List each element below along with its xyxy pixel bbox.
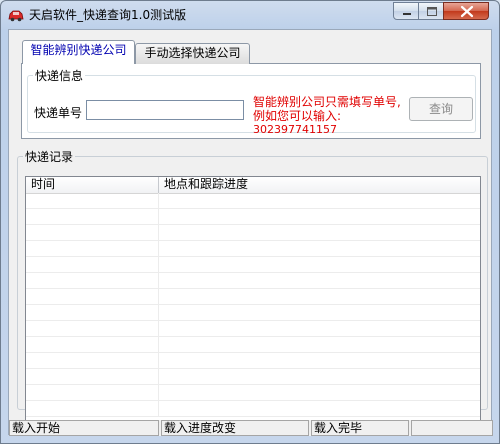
table-row[interactable] xyxy=(26,337,480,353)
table-cell xyxy=(26,321,159,336)
minimize-button[interactable] xyxy=(393,2,419,20)
client-area: 智能辨别快递公司 手动选择快递公司 快递信息 快递单号 智能辨别公司只需填写单号… xyxy=(8,29,493,436)
table-row[interactable] xyxy=(26,385,480,401)
table-cell xyxy=(26,241,159,256)
query-button[interactable]: 查询 xyxy=(409,97,473,121)
table-row[interactable] xyxy=(26,273,480,289)
table-cell xyxy=(26,353,159,368)
table-cell xyxy=(26,257,159,272)
maximize-icon xyxy=(427,7,437,16)
table-cell xyxy=(26,305,159,320)
table-row[interactable] xyxy=(26,321,480,337)
maximize-button[interactable] xyxy=(418,2,444,20)
minimize-icon xyxy=(403,13,411,15)
status-load-complete: 载入完毕 xyxy=(311,420,409,436)
hint-line-2: 例如您可以输入: xyxy=(253,109,342,123)
table-row[interactable] xyxy=(26,401,480,417)
hint-example-number: 302397741157 xyxy=(253,123,337,136)
table-body xyxy=(26,193,480,417)
table-row[interactable] xyxy=(26,353,480,369)
table-row[interactable] xyxy=(26,225,480,241)
table-row[interactable] xyxy=(26,241,480,257)
table-row[interactable] xyxy=(26,305,480,321)
status-empty-panel xyxy=(411,420,493,436)
table-row[interactable] xyxy=(26,289,480,305)
tab-smart-detect[interactable]: 智能辨别快递公司 xyxy=(22,40,135,64)
express-info-legend: 快递信息 xyxy=(35,69,84,83)
table-row[interactable] xyxy=(26,369,480,385)
table-row[interactable] xyxy=(26,193,480,209)
table-cell xyxy=(26,193,159,208)
table-cell xyxy=(26,225,159,240)
table-cell xyxy=(26,337,159,352)
close-button[interactable] xyxy=(443,2,489,20)
status-bar: 载入开始 载入进度改变 载入完毕 xyxy=(9,420,493,436)
table-cell xyxy=(26,369,159,384)
table-row[interactable] xyxy=(26,209,480,225)
window-title: 天启软件_快递查询1.0测试版 xyxy=(29,8,187,22)
column-header-time[interactable]: 时间 xyxy=(26,177,159,193)
express-records-group: 快递记录 时间 地点和跟踪进度 xyxy=(17,148,488,422)
tracking-number-input[interactable] xyxy=(86,100,244,120)
table-cell xyxy=(26,289,159,304)
red-car-app-icon xyxy=(8,10,24,22)
table-cell xyxy=(26,209,159,224)
title-bar[interactable]: 天启软件_快递查询1.0测试版 xyxy=(1,1,499,29)
table-cell xyxy=(26,401,159,416)
express-info-group: 快递信息 快递单号 智能辨别公司只需填写单号, 例如您可以输入: 3023977… xyxy=(27,67,476,136)
table-header: 时间 地点和跟踪进度 xyxy=(26,177,480,194)
table-row[interactable] xyxy=(26,257,480,273)
hint-line-1: 智能辨别公司只需填写单号, xyxy=(253,95,401,109)
status-load-progress: 载入进度改变 xyxy=(161,420,309,436)
tab-panel: 快递信息 快递单号 智能辨别公司只需填写单号, 例如您可以输入: 3023977… xyxy=(21,63,481,139)
table-cell xyxy=(26,273,159,288)
status-load-start: 载入开始 xyxy=(9,420,159,436)
hint-text: 智能辨别公司只需填写单号, 例如您可以输入: 302397741157 xyxy=(253,95,401,137)
close-icon xyxy=(460,5,474,18)
app-window: 天启软件_快递查询1.0测试版 智能辨别快递公司 手动选择快递公司 快递信息 快… xyxy=(0,0,500,444)
table-cell xyxy=(26,385,159,400)
records-table[interactable]: 时间 地点和跟踪进度 xyxy=(25,176,481,422)
tab-manual-select[interactable]: 手动选择快递公司 xyxy=(135,43,250,64)
express-records-legend: 快递记录 xyxy=(25,150,74,164)
column-header-location[interactable]: 地点和跟踪进度 xyxy=(159,177,479,193)
tracking-number-label: 快递单号 xyxy=(34,106,83,120)
